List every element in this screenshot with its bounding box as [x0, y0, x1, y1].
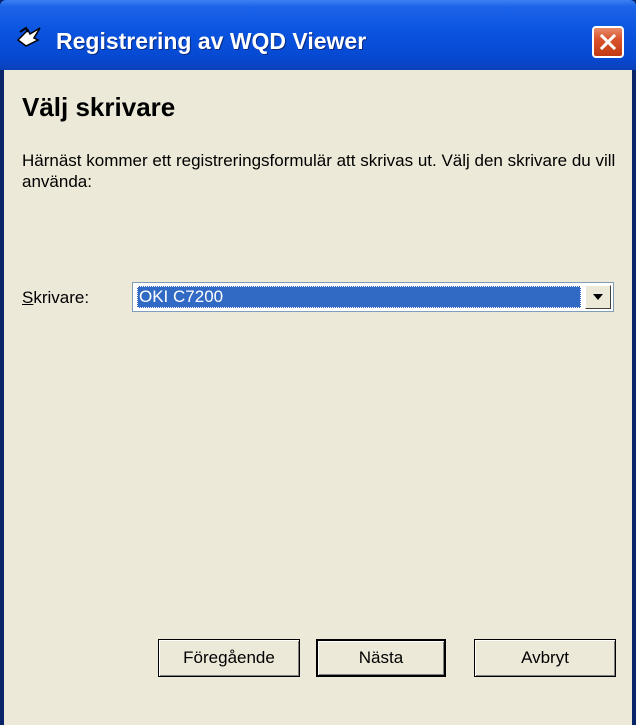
dialog-body: Välj skrivare Härnäst kommer ett registr…: [4, 70, 632, 725]
previous-button[interactable]: Föregående: [158, 639, 300, 677]
dialog-window: Registrering av WQD Viewer Välj skrivare…: [0, 0, 636, 725]
page-description: Härnäst kommer ett registreringsformulär…: [22, 151, 616, 191]
window-title: Registrering av WQD Viewer: [56, 28, 367, 54]
close-button[interactable]: [592, 26, 624, 58]
wqd-app-icon: [16, 24, 46, 50]
printer-select-value[interactable]: OKI C7200: [137, 286, 581, 308]
title-bar[interactable]: Registrering av WQD Viewer: [0, 0, 636, 70]
printer-label: Skrivare:: [22, 288, 89, 308]
page-title: Välj skrivare: [22, 92, 176, 122]
cancel-button[interactable]: Avbryt: [474, 639, 616, 677]
printer-dropdown-button[interactable]: [585, 285, 611, 309]
next-button[interactable]: Nästa: [316, 639, 446, 677]
printer-label-text: krivare:: [33, 288, 90, 307]
printer-select[interactable]: OKI C7200: [132, 282, 614, 312]
printer-label-accelerator: S: [22, 288, 34, 307]
